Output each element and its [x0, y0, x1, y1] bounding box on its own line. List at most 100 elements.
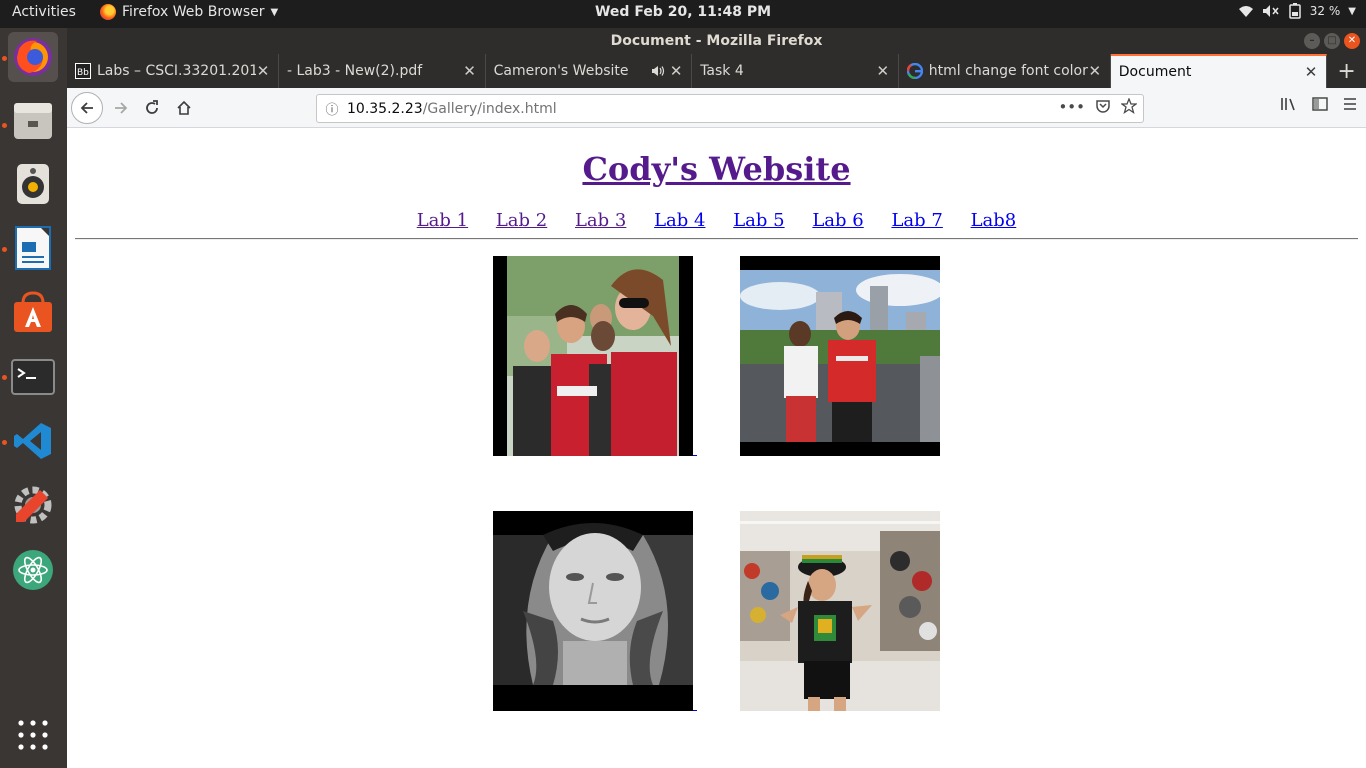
- dock-settings[interactable]: [8, 480, 58, 530]
- settings-tools-icon: [14, 486, 52, 524]
- nav-link-lab3[interactable]: Lab 3: [575, 210, 626, 231]
- chevron-down-icon: ▼: [270, 6, 279, 18]
- running-indicator: [2, 247, 7, 252]
- close-tab-icon[interactable]: ✕: [1304, 63, 1318, 81]
- gallery-photo-group-selfie[interactable]: [493, 256, 693, 456]
- hamburger-menu-icon[interactable]: [1342, 96, 1358, 112]
- dock-files[interactable]: [8, 95, 58, 145]
- minimize-button[interactable]: –: [1304, 33, 1320, 49]
- dock-vscode[interactable]: [8, 416, 58, 466]
- navigation-toolbar: ⓘ 10.35.2.23 /Gallery/index.html •••: [67, 88, 1366, 128]
- page-actions-icon[interactable]: •••: [1058, 98, 1085, 116]
- atom-icon: [13, 550, 53, 590]
- pocket-icon[interactable]: [1095, 98, 1111, 114]
- window-titlebar[interactable]: Document - Mozilla Firefox – □ ✕: [67, 28, 1366, 54]
- tab-labs[interactable]: Bb Labs – CSCI.33201.2019 ✕: [67, 54, 279, 88]
- blackboard-icon: Bb: [75, 63, 91, 79]
- dock-writer[interactable]: [8, 223, 58, 273]
- gallery-photo-city-street[interactable]: [740, 256, 940, 456]
- tab-strip: Bb Labs – CSCI.33201.2019 ✕ - Lab3 - New…: [67, 54, 1366, 88]
- app-menu[interactable]: Firefox Web Browser ▼: [100, 4, 278, 20]
- back-button[interactable]: [71, 92, 103, 124]
- dock-software[interactable]: [8, 287, 58, 337]
- close-tab-icon[interactable]: ✕: [876, 62, 890, 80]
- activities-button[interactable]: Activities: [12, 4, 76, 20]
- url-host: 10.35.2.23: [347, 100, 423, 117]
- svg-text:Bb: Bb: [77, 68, 89, 78]
- tab-label: html change font color: [928, 63, 1088, 79]
- home-button[interactable]: [170, 94, 198, 122]
- gallery-photo-bw-portrait[interactable]: [493, 511, 693, 711]
- dock-firefox[interactable]: [8, 32, 58, 82]
- running-indicator: [2, 123, 7, 128]
- arrow-left-icon: [80, 102, 93, 114]
- tab-label: Document: [1118, 64, 1192, 80]
- dock-terminal[interactable]: [8, 352, 58, 402]
- running-indicator: [2, 375, 7, 380]
- close-tab-icon[interactable]: ✕: [256, 62, 270, 80]
- site-info-icon[interactable]: ⓘ: [317, 99, 347, 118]
- sidebar-icon[interactable]: [1312, 96, 1328, 112]
- arrow-right-icon: [115, 102, 128, 114]
- tab-label: Task 4: [700, 63, 744, 79]
- firefox-icon: [100, 4, 116, 20]
- plus-icon: +: [1337, 58, 1356, 84]
- show-applications-button[interactable]: [8, 710, 58, 760]
- nav-link-lab7[interactable]: Lab 7: [891, 210, 942, 231]
- software-store-icon: [14, 291, 52, 332]
- nav-link-lab2[interactable]: Lab 2: [496, 210, 547, 231]
- running-indicator: [2, 56, 7, 61]
- forward-button[interactable]: [107, 94, 135, 122]
- tab-html-font-color[interactable]: html change font color ✕: [899, 54, 1111, 88]
- dock-rhythmbox[interactable]: [8, 159, 58, 209]
- battery-icon: [1289, 3, 1301, 19]
- audio-playing-icon[interactable]: [651, 65, 665, 77]
- tab-camerons-website[interactable]: Cameron's Website ✕: [486, 54, 693, 88]
- tab-document[interactable]: Document ✕: [1110, 54, 1328, 88]
- new-tab-button[interactable]: +: [1327, 54, 1366, 88]
- dock-atom[interactable]: [8, 545, 58, 595]
- close-tab-icon[interactable]: ✕: [669, 62, 683, 80]
- link-underline: [693, 455, 697, 456]
- url-path: /Gallery/index.html: [422, 100, 557, 117]
- vscode-icon: [14, 423, 51, 459]
- chevron-down-icon: ▼: [1348, 5, 1356, 17]
- wifi-icon: [1238, 6, 1253, 17]
- gnome-top-bar: Activities Firefox Web Browser ▼ Wed Feb…: [0, 0, 1366, 28]
- clock[interactable]: Wed Feb 20, 11:48 PM: [595, 4, 771, 20]
- tab-label: Labs – CSCI.33201.2019: [97, 63, 256, 79]
- close-tab-icon[interactable]: ✕: [463, 62, 477, 80]
- close-tab-icon[interactable]: ✕: [1088, 62, 1102, 80]
- close-window-button[interactable]: ✕: [1344, 33, 1360, 49]
- tab-label: - Lab3 - New(2).pdf: [287, 63, 423, 79]
- firefox-icon: [14, 38, 52, 76]
- url-bar[interactable]: ⓘ 10.35.2.23 /Gallery/index.html •••: [316, 94, 1144, 123]
- lab-nav: Lab 1 Lab 2 Lab 3 Lab 4 Lab 5 Lab 6 Lab …: [67, 210, 1366, 231]
- nav-link-lab1[interactable]: Lab 1: [417, 210, 468, 231]
- nav-link-lab5[interactable]: Lab 5: [733, 210, 784, 231]
- app-menu-label: Firefox Web Browser: [122, 4, 265, 20]
- tab-label: Cameron's Website: [493, 63, 629, 79]
- dock: [0, 28, 67, 768]
- document-writer-icon: [15, 226, 51, 270]
- speaker-icon: [17, 164, 49, 204]
- gallery-photo-store[interactable]: [740, 511, 940, 711]
- maximize-button[interactable]: □: [1324, 33, 1340, 49]
- link-underline: [693, 710, 697, 711]
- bookmark-star-icon[interactable]: [1121, 98, 1137, 114]
- library-icon[interactable]: [1280, 96, 1298, 112]
- nav-link-lab6[interactable]: Lab 6: [812, 210, 863, 231]
- nav-link-lab4[interactable]: Lab 4: [654, 210, 705, 231]
- page-title: Cody's Website: [67, 150, 1366, 188]
- horizontal-rule: [75, 238, 1358, 240]
- battery-percent: 32 %: [1309, 4, 1341, 18]
- tab-lab3-pdf[interactable]: - Lab3 - New(2).pdf ✕: [279, 54, 486, 88]
- nav-link-lab8[interactable]: Lab8: [971, 210, 1017, 231]
- tab-task4[interactable]: Task 4 ✕: [692, 54, 899, 88]
- reload-button[interactable]: [138, 94, 166, 122]
- files-icon: [14, 103, 52, 139]
- system-tray[interactable]: 32 % ▼: [1238, 3, 1356, 19]
- page-title-link[interactable]: Cody's Website: [582, 150, 850, 188]
- running-indicator: [2, 440, 7, 445]
- reload-icon: [146, 100, 158, 114]
